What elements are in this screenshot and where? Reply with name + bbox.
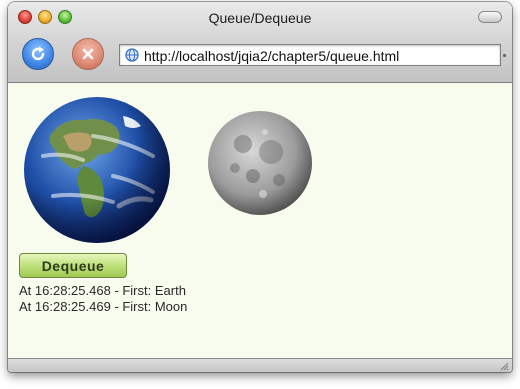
title-toolbar: Queue/Dequeue http://localhost/jqia2/cha… bbox=[8, 2, 512, 83]
toolbar-overflow-icon[interactable] bbox=[503, 54, 506, 57]
stop-button[interactable] bbox=[72, 38, 104, 70]
log-line: At 16:28:25.469 - First: Moon bbox=[19, 299, 188, 314]
window-title: Queue/Dequeue bbox=[208, 10, 312, 26]
stop-icon bbox=[82, 48, 94, 60]
moon-image bbox=[208, 111, 312, 215]
address-bar[interactable]: http://localhost/jqia2/chapter5/queue.ht… bbox=[119, 44, 501, 66]
globe-icon bbox=[125, 48, 139, 62]
page-content: Dequeue At 16:28:25.468 - First: Earth A… bbox=[8, 83, 512, 358]
dequeue-button[interactable]: Dequeue bbox=[19, 253, 127, 278]
address-text[interactable]: http://localhost/jqia2/chapter5/queue.ht… bbox=[144, 48, 399, 64]
reload-button[interactable] bbox=[22, 38, 54, 70]
earth-image bbox=[24, 97, 170, 243]
reload-icon bbox=[31, 46, 45, 61]
event-log: At 16:28:25.468 - First: Earth At 16:28:… bbox=[19, 283, 187, 315]
log-line: At 16:28:25.468 - First: Earth bbox=[19, 283, 186, 298]
browser-window: Queue/Dequeue http://localhost/jqia2/cha… bbox=[8, 2, 512, 372]
resize-grip-icon[interactable] bbox=[498, 361, 509, 371]
status-bar bbox=[8, 358, 512, 372]
toolbar-toggle-icon[interactable] bbox=[478, 11, 502, 23]
